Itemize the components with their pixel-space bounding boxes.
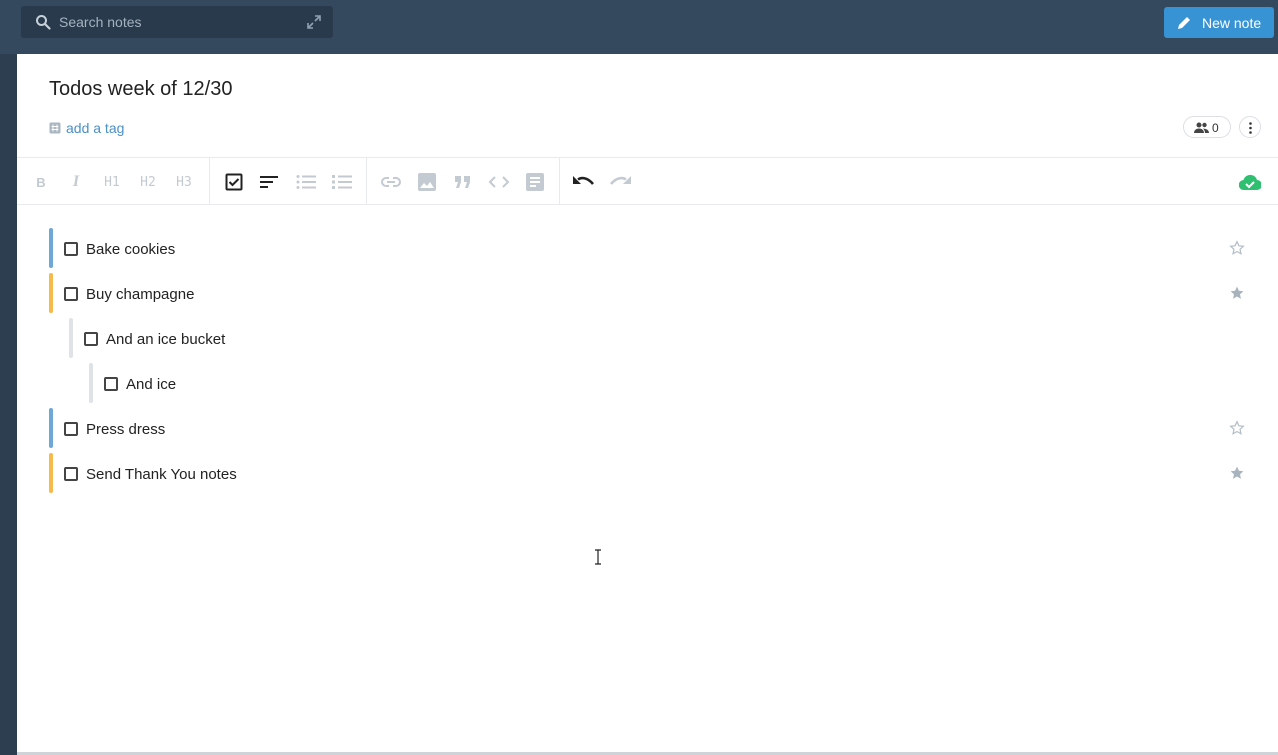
undo-icon — [573, 176, 594, 185]
star-filled-icon[interactable] — [1229, 465, 1245, 481]
toolbar-divider — [559, 158, 560, 205]
toolbar-divider — [366, 158, 367, 205]
todo-checkbox[interactable] — [104, 377, 118, 391]
star-filled-icon[interactable] — [1229, 285, 1245, 301]
search-icon — [36, 15, 51, 30]
todo-subitem: And an ice bucket — [69, 318, 1249, 358]
code-icon — [488, 176, 510, 188]
text-cursor-icon — [595, 549, 601, 565]
redo-icon — [610, 176, 631, 185]
todo-label[interactable]: Bake cookies — [86, 241, 175, 258]
todo-indent-bar — [69, 318, 73, 358]
toolbar-divider — [209, 158, 210, 205]
todo-item: Press dress — [49, 408, 1249, 448]
todo-label[interactable]: Send Thank You notes — [86, 466, 237, 483]
sort-lines-icon — [260, 176, 278, 188]
todo-accent-bar — [49, 453, 53, 493]
numbered-list-icon — [332, 175, 352, 189]
todo-checkbox[interactable] — [64, 242, 78, 256]
bullet-list-icon — [296, 175, 316, 189]
bullet-list-button[interactable] — [294, 170, 318, 194]
cloud-check-icon — [1239, 174, 1261, 191]
tag-hash-icon — [49, 122, 61, 134]
todo-label[interactable]: And an ice bucket — [106, 331, 225, 348]
more-options-button[interactable] — [1239, 116, 1261, 138]
more-vertical-icon — [1249, 122, 1252, 134]
checklist-button[interactable] — [222, 170, 246, 194]
image-button[interactable] — [415, 170, 439, 194]
todo-checkbox[interactable] — [64, 467, 78, 481]
h1-button[interactable]: H1 — [100, 170, 124, 194]
todo-item: Bake cookies — [49, 228, 1249, 268]
todo-indent-bar — [89, 363, 93, 403]
sort-button[interactable] — [257, 170, 281, 194]
checkbox-icon — [225, 173, 243, 191]
todo-checkbox[interactable] — [64, 422, 78, 436]
top-bar: Search notes New note — [0, 0, 1278, 54]
quote-icon — [455, 176, 470, 188]
todo-label[interactable]: Buy champagne — [86, 286, 194, 303]
note-list-edge — [0, 54, 17, 755]
numbered-list-button[interactable] — [330, 170, 354, 194]
todo-accent-bar — [49, 273, 53, 313]
collaborators-button[interactable]: 0 — [1183, 116, 1231, 138]
document-icon — [526, 173, 544, 191]
image-icon — [418, 173, 436, 191]
people-icon — [1194, 122, 1209, 133]
todo-label[interactable]: And ice — [126, 376, 176, 393]
expand-icon[interactable] — [305, 13, 323, 31]
collaborators-count: 0 — [1212, 121, 1219, 135]
star-outline-icon[interactable] — [1229, 240, 1245, 256]
note-editor: Todos week of 12/30 add a tag 0 B I H1 H… — [17, 54, 1278, 752]
redo-button[interactable] — [608, 170, 632, 194]
new-note-button[interactable]: New note — [1164, 7, 1274, 38]
todo-item: Buy champagne — [49, 273, 1249, 313]
new-note-label: New note — [1202, 15, 1262, 31]
h2-button[interactable]: H2 — [136, 170, 160, 194]
search-placeholder: Search notes — [59, 14, 142, 30]
link-button[interactable] — [379, 170, 403, 194]
note-title[interactable]: Todos week of 12/30 — [49, 78, 232, 101]
code-button[interactable] — [487, 170, 511, 194]
todo-subitem: And ice — [89, 363, 1249, 403]
todo-checkbox[interactable] — [64, 287, 78, 301]
bold-button[interactable]: B — [29, 170, 53, 194]
pencil-icon — [1178, 17, 1190, 29]
todo-label[interactable]: Press dress — [86, 421, 165, 438]
italic-button[interactable]: I — [64, 170, 88, 194]
formatting-toolbar: B I H1 H2 H3 — [17, 157, 1278, 205]
link-icon — [381, 177, 401, 187]
h3-button[interactable]: H3 — [172, 170, 196, 194]
todo-checkbox[interactable] — [84, 332, 98, 346]
star-outline-icon[interactable] — [1229, 420, 1245, 436]
quote-button[interactable] — [451, 170, 475, 194]
search-box[interactable]: Search notes — [21, 6, 333, 38]
undo-button[interactable] — [572, 170, 596, 194]
todo-accent-bar — [49, 228, 53, 268]
add-tag-label[interactable]: add a tag — [66, 120, 124, 136]
todo-item: Send Thank You notes — [49, 453, 1249, 493]
preview-button[interactable] — [523, 170, 547, 194]
todo-accent-bar — [49, 408, 53, 448]
